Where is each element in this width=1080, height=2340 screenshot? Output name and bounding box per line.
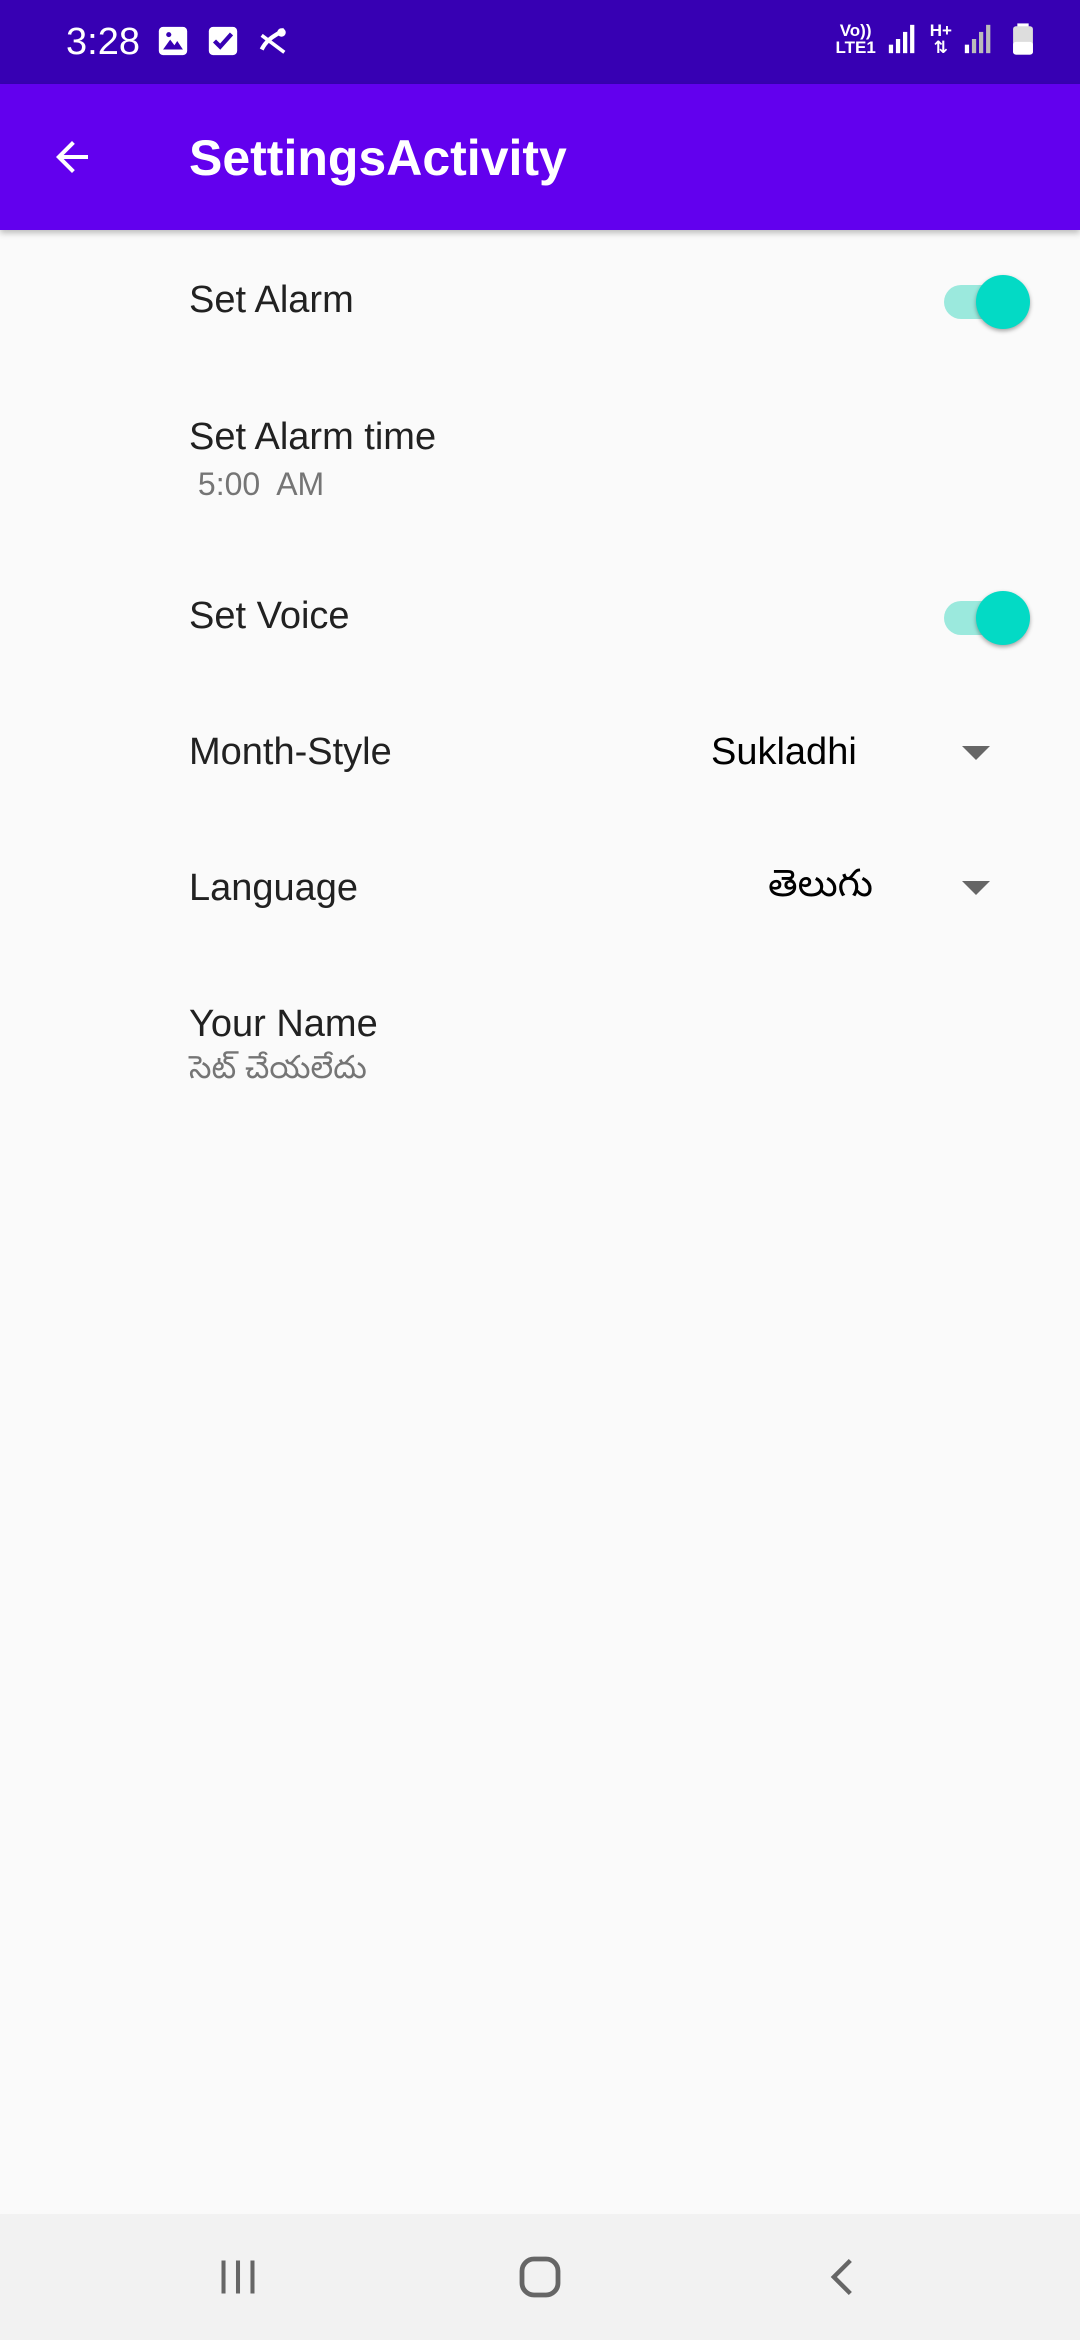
page-title: SettingsActivity <box>189 130 567 186</box>
home-icon <box>519 2256 561 2298</box>
pref-summary: 5:00 AM <box>189 466 325 502</box>
pref-set-alarm[interactable]: Set Alarm <box>0 230 1080 370</box>
switch-thumb <box>976 275 1030 329</box>
spinner-value: Sukladhi <box>711 731 857 773</box>
volte-indicator: Vo)) LTE1 <box>835 21 876 57</box>
signal-icon <box>964 24 991 54</box>
pref-title: Month-Style <box>189 731 392 773</box>
pref-title: Your Name <box>189 1003 378 1045</box>
pref-month-style: Month-Style Sukladhi <box>0 685 1080 821</box>
status-icons-left <box>156 24 290 58</box>
spinner-value: తెలుగు <box>768 863 873 905</box>
pref-title: Set Alarm <box>189 279 354 321</box>
arrow-back-icon <box>56 141 88 173</box>
back-icon <box>830 2258 852 2296</box>
pref-alarm-time[interactable]: Set Alarm time 5:00 AM <box>0 370 1080 545</box>
set-voice-switch[interactable] <box>944 587 1030 645</box>
pref-title: Set Voice <box>189 595 350 637</box>
hplus-indicator: H+ ⇅ <box>929 21 952 57</box>
language-spinner[interactable]: తెలుగు <box>700 851 1000 927</box>
signal-icon <box>888 24 915 54</box>
back-button[interactable] <box>40 125 104 189</box>
navigation-bar <box>0 2214 1080 2340</box>
home-button[interactable] <box>500 2242 580 2312</box>
dropdown-arrow-icon <box>962 746 990 760</box>
pref-your-name[interactable]: Your Name సెట్ చేయలేదు <box>0 957 1080 1117</box>
month-style-spinner[interactable]: Sukladhi <box>700 715 1000 791</box>
status-icons-right: Vo)) LTE1 H+ ⇅ <box>835 22 1040 56</box>
switch-thumb <box>976 591 1030 645</box>
recent-apps-button[interactable] <box>198 2242 278 2312</box>
gallery-icon <box>158 26 188 56</box>
checkbox-icon <box>208 26 238 56</box>
pref-summary: సెట్ చేయలేదు <box>189 1049 367 1085</box>
pref-title: Set Alarm time <box>189 416 437 458</box>
dropdown-arrow-icon <box>962 881 990 895</box>
recent-apps-icon <box>221 2260 255 2294</box>
nav-back-button[interactable] <box>803 2242 883 2312</box>
missed-call-icon <box>259 27 286 54</box>
status-time: 3:28 <box>66 21 140 63</box>
status-bar: 3:28 Vo)) LTE1 H+ ⇅ <box>0 0 1080 84</box>
app-bar: SettingsActivity <box>0 84 1080 230</box>
pref-language: Language తెలుగు <box>0 821 1080 957</box>
battery-icon <box>1013 23 1033 55</box>
pref-set-voice[interactable]: Set Voice <box>0 545 1080 685</box>
set-alarm-switch[interactable] <box>944 271 1030 329</box>
pref-title: Language <box>189 867 359 909</box>
